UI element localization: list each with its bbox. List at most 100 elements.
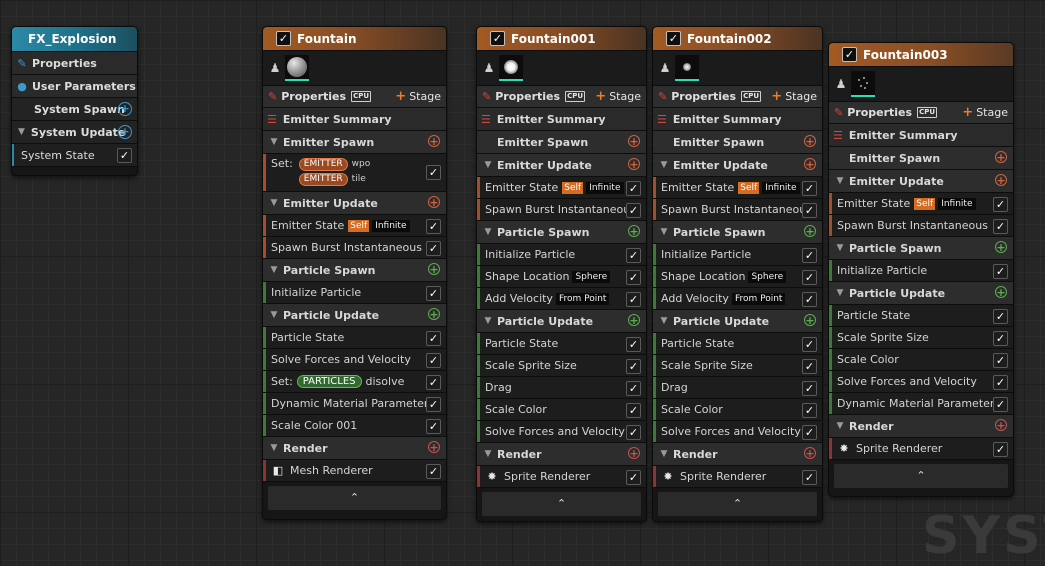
module-enable-checkbox[interactable]: [626, 337, 641, 352]
module-emitter-state[interactable]: Emitter State Self Infinite: [477, 177, 646, 199]
module-enable-checkbox[interactable]: [426, 397, 441, 412]
add-stage-button[interactable]: + Stage: [771, 89, 817, 104]
group-emitter-update[interactable]: ▼ Emitter Update +: [653, 154, 822, 177]
module-enable-checkbox[interactable]: [426, 165, 441, 180]
module-enable-checkbox[interactable]: [626, 248, 641, 263]
emitter-properties-row[interactable]: ✎ Properties CPU + Stage: [653, 86, 822, 108]
module-enable-checkbox[interactable]: [426, 219, 441, 234]
add-module-icon[interactable]: +: [628, 225, 640, 238]
add-module-icon[interactable]: +: [118, 102, 132, 116]
module-enable-checkbox[interactable]: [993, 264, 1008, 279]
module-sprite-renderer[interactable]: ✸ Sprite Renderer: [653, 466, 822, 488]
add-module-icon[interactable]: +: [804, 158, 816, 171]
add-stage-button[interactable]: + Stage: [595, 89, 641, 104]
collapse-triangle-icon[interactable]: ▼: [269, 443, 279, 453]
module-enable-checkbox[interactable]: [426, 241, 441, 256]
group-emitter-spawn[interactable]: ▼ Emitter Spawn +: [263, 131, 446, 154]
module-solve-forces[interactable]: Solve Forces and Velocity: [829, 371, 1013, 393]
module-initialize-particle[interactable]: Initialize Particle: [263, 282, 446, 304]
module-enable-checkbox[interactable]: [993, 219, 1008, 234]
emitter-properties-row[interactable]: ✎ Properties CPU + Stage: [477, 86, 646, 108]
group-particle-update[interactable]: ▼ Particle Update +: [263, 304, 446, 327]
module-enable-checkbox[interactable]: [802, 470, 817, 485]
module-enable-checkbox[interactable]: [626, 381, 641, 396]
group-render[interactable]: ▼ Render +: [477, 443, 646, 466]
module-particle-state[interactable]: Particle State: [477, 333, 646, 355]
system-user-parameters-row[interactable]: ● User Parameters: [12, 75, 137, 98]
module-scale-sprite-size[interactable]: Scale Sprite Size: [477, 355, 646, 377]
add-module-icon[interactable]: +: [995, 151, 1007, 164]
collapse-triangle-icon[interactable]: ▼: [835, 421, 845, 431]
module-scale-sprite-size[interactable]: Scale Sprite Size: [653, 355, 822, 377]
module-enable-checkbox[interactable]: [802, 337, 817, 352]
collapse-triangle-icon[interactable]: ▼: [835, 176, 845, 186]
add-module-icon[interactable]: +: [995, 174, 1007, 187]
collapse-triangle-icon[interactable]: ▼: [269, 310, 279, 320]
module-set-emitter-params[interactable]: Set: EMITTER wpo EMITTER tile: [263, 154, 446, 192]
collapse-node-button[interactable]: ⌃: [482, 491, 641, 516]
emitter-properties-row[interactable]: ✎ Properties CPU + Stage: [263, 86, 446, 108]
collapse-triangle-icon[interactable]: ▼: [659, 316, 669, 326]
module-drag[interactable]: Drag: [477, 377, 646, 399]
emitter-summary-row[interactable]: ☰ Emitter Summary: [653, 108, 822, 131]
collapse-triangle-icon[interactable]: ▼: [483, 160, 493, 170]
add-module-icon[interactable]: +: [428, 263, 440, 276]
group-particle-update[interactable]: ▼ Particle Update +: [829, 282, 1013, 305]
module-enable-checkbox[interactable]: [626, 181, 641, 196]
system-spawn-row[interactable]: System Spawn +: [12, 98, 137, 121]
module-enable-checkbox[interactable]: [626, 403, 641, 418]
collapse-triangle-icon[interactable]: ▼: [483, 227, 493, 237]
collapse-triangle-icon[interactable]: ▼: [659, 449, 669, 459]
group-particle-update[interactable]: ▼ Particle Update +: [477, 310, 646, 333]
system-node[interactable]: FX_Explosion ✎ Properties ● User Paramet…: [11, 26, 138, 176]
add-module-icon[interactable]: +: [628, 158, 640, 171]
group-render[interactable]: ▼ Render +: [263, 437, 446, 460]
group-particle-spawn[interactable]: ▼ Particle Spawn +: [653, 221, 822, 244]
emitter-properties-row[interactable]: ✎ Properties CPU + Stage: [829, 102, 1013, 124]
module-emitter-state[interactable]: Emitter State Self Infinite: [829, 193, 1013, 215]
module-enable-checkbox[interactable]: [993, 397, 1008, 412]
emitter-summary-row[interactable]: ☰ Emitter Summary: [477, 108, 646, 131]
collapse-node-button[interactable]: ⌃: [268, 485, 441, 510]
emitter-enable-checkbox[interactable]: [490, 31, 505, 46]
module-enable-checkbox[interactable]: [993, 331, 1008, 346]
group-emitter-update[interactable]: ▼ Emitter Update +: [263, 192, 446, 215]
module-enable-checkbox[interactable]: [626, 203, 641, 218]
collapse-node-button[interactable]: ⌃: [658, 491, 817, 516]
add-module-icon[interactable]: +: [995, 419, 1007, 432]
module-enable-checkbox[interactable]: [626, 470, 641, 485]
emitter-thumbnail[interactable]: [675, 55, 699, 81]
group-particle-spawn[interactable]: ▼ Particle Spawn +: [263, 259, 446, 282]
module-solve-forces[interactable]: Solve Forces and Velocity: [263, 349, 446, 371]
emitter-node-fountain003[interactable]: Fountain003 ♟ ✎ Properties CPU +Stage ☰ …: [828, 42, 1014, 497]
module-solve-forces[interactable]: Solve Forces and Velocity: [653, 421, 822, 443]
module-emitter-state[interactable]: Emitter State Self Infinite: [263, 215, 446, 237]
module-spawn-burst[interactable]: Spawn Burst Instantaneous: [263, 237, 446, 259]
module-spawn-burst[interactable]: Spawn Burst Instantaneous: [653, 199, 822, 221]
module-enable-checkbox[interactable]: [626, 292, 641, 307]
emitter-thumbnail[interactable]: [851, 71, 875, 97]
module-sprite-renderer[interactable]: ✸ Sprite Renderer: [477, 466, 646, 488]
collapse-triangle-icon[interactable]: ▼: [269, 198, 279, 208]
add-module-icon[interactable]: +: [428, 196, 440, 209]
module-enable-checkbox[interactable]: [426, 375, 441, 390]
module-add-velocity[interactable]: Add Velocity From Point: [477, 288, 646, 310]
module-spawn-burst[interactable]: Spawn Burst Instantaneous: [477, 199, 646, 221]
module-initialize-particle[interactable]: Initialize Particle: [829, 260, 1013, 282]
module-shape-location[interactable]: Shape Location Sphere: [653, 266, 822, 288]
enable-checkbox[interactable]: [117, 148, 132, 163]
module-enable-checkbox[interactable]: [802, 270, 817, 285]
emitter-node-fountain[interactable]: Fountain ♟ ✎ Properties CPU +Stage ☰ Emi…: [262, 26, 447, 520]
add-stage-button[interactable]: + Stage: [395, 89, 441, 104]
emitter-thumbnail[interactable]: [499, 55, 523, 81]
collapse-triangle-icon[interactable]: ▼: [659, 160, 669, 170]
collapse-triangle-icon[interactable]: ▼: [269, 137, 279, 147]
add-stage-button[interactable]: + Stage: [962, 105, 1008, 120]
module-emitter-state[interactable]: Emitter State Self Infinite: [653, 177, 822, 199]
group-emitter-spawn[interactable]: Emitter Spawn +: [653, 131, 822, 154]
module-add-velocity[interactable]: Add Velocity From Point: [653, 288, 822, 310]
group-particle-spawn[interactable]: ▼ Particle Spawn +: [829, 237, 1013, 260]
module-initialize-particle[interactable]: Initialize Particle: [653, 244, 822, 266]
module-mesh-renderer[interactable]: ◧ Mesh Renderer: [263, 460, 446, 482]
collapse-triangle-icon[interactable]: ▼: [835, 243, 845, 253]
